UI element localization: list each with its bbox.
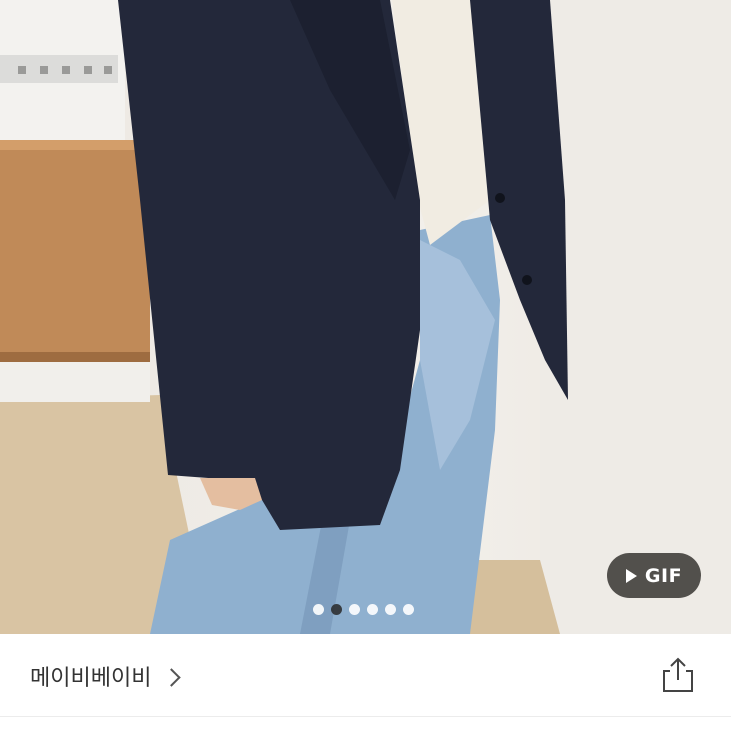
product-photo-illustration: [0, 0, 731, 634]
play-icon: [625, 568, 637, 583]
carousel-dot[interactable]: [349, 604, 360, 615]
carousel-indicator: [313, 604, 414, 615]
seller-name: 메이비베이비: [30, 666, 152, 691]
share-button[interactable]: [660, 656, 696, 694]
seller-bar: 메이비베이비: [0, 634, 731, 717]
share-icon: [663, 657, 693, 692]
chevron-right-icon: [162, 667, 182, 687]
seller-link[interactable]: 메이비베이비: [30, 660, 182, 692]
gif-button[interactable]: GIF: [607, 553, 701, 598]
carousel-dot[interactable]: [367, 604, 378, 615]
gif-label: GIF: [644, 564, 683, 587]
carousel-dot[interactable]: [313, 604, 324, 615]
carousel-dot[interactable]: [403, 604, 414, 615]
carousel-dot-active[interactable]: [331, 604, 342, 615]
product-photo[interactable]: GIF: [0, 0, 731, 634]
carousel-dot[interactable]: [385, 604, 396, 615]
